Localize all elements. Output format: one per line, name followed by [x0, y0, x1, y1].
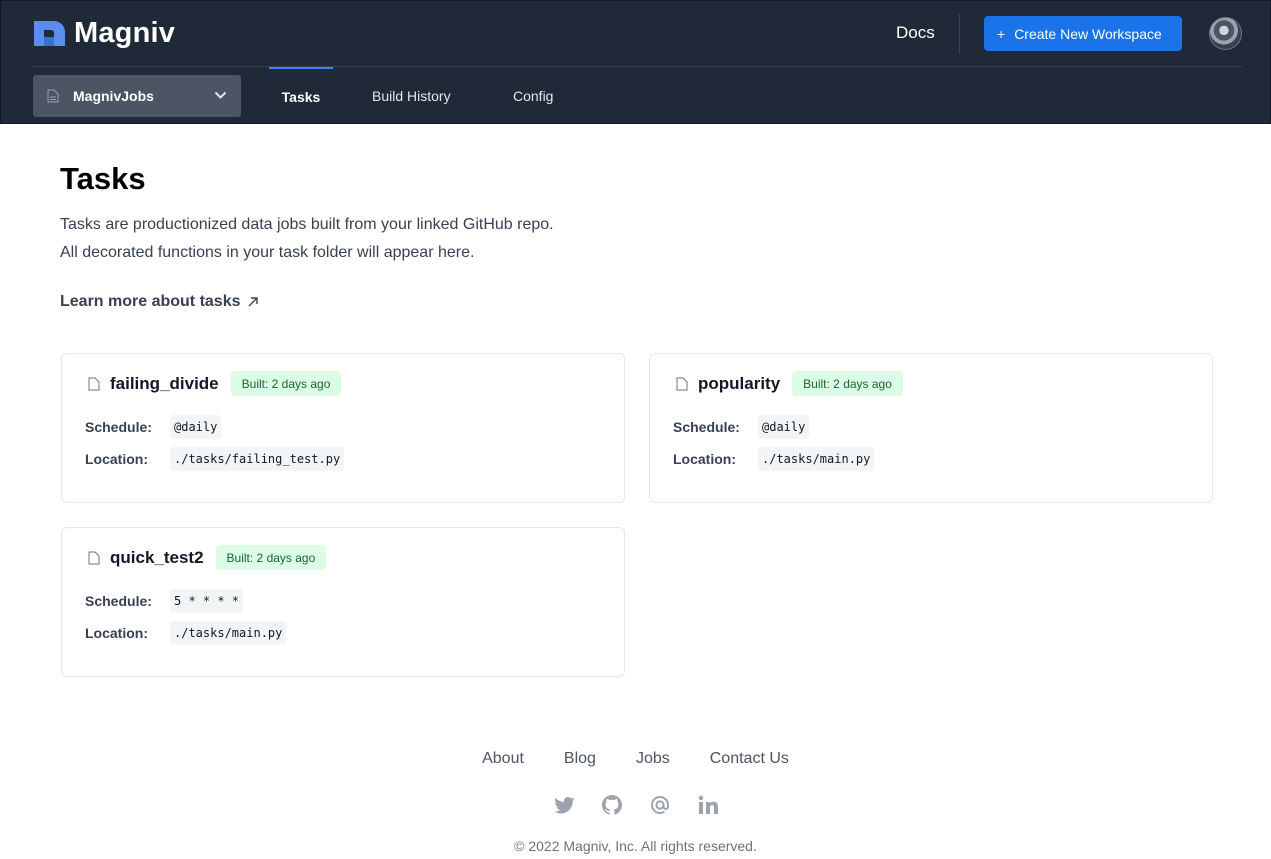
brand-name: Magniv [74, 16, 176, 49]
avatar[interactable] [1209, 17, 1242, 50]
brand-logo[interactable]: Magniv [32, 17, 175, 49]
schedule-value: @daily [170, 415, 222, 439]
tab-tasks[interactable]: Tasks [269, 67, 333, 125]
footer-link-jobs[interactable]: Jobs [636, 750, 670, 768]
location-value: ./tasks/main.py [170, 621, 287, 645]
document-icon [88, 377, 100, 390]
workspace-select[interactable]: MagnivJobs [33, 75, 241, 117]
location-value: ./tasks/main.py [758, 447, 875, 471]
docs-link[interactable]: Docs [896, 23, 935, 43]
linkedin-icon[interactable] [696, 793, 720, 817]
task-name[interactable]: failing_divide [110, 374, 219, 394]
workspace-name: MagnivJobs [73, 88, 154, 104]
learn-more-label: Learn more about tasks [60, 293, 241, 310]
build-status-badge: Built: 2 days ago [230, 371, 342, 396]
schedule-label: Schedule: [85, 419, 152, 435]
header-separator [32, 66, 1242, 67]
document-icon [676, 377, 688, 390]
schedule-row: Schedule: 5 * * * * [85, 589, 244, 613]
magniv-logo-icon [34, 20, 65, 46]
location-row: Location: ./tasks/main.py [673, 447, 875, 471]
github-icon[interactable] [600, 793, 624, 817]
location-label: Location: [673, 451, 736, 467]
task-card: quick_test2 Built: 2 days ago Schedule: … [61, 527, 625, 677]
top-header: Magniv Docs + Create New Workspace Magni… [0, 0, 1271, 124]
build-status-badge: Built: 2 days ago [215, 545, 327, 570]
social-links [0, 793, 1271, 817]
schedule-label: Schedule: [85, 593, 152, 609]
task-card-header: popularity Built: 2 days ago [676, 371, 903, 396]
footer-links: About Blog Jobs Contact Us [0, 750, 1271, 768]
schedule-row: Schedule: @daily [673, 415, 810, 439]
footer-link-about[interactable]: About [482, 750, 524, 768]
tab-build-history[interactable]: Build History [372, 67, 451, 125]
location-label: Location: [85, 625, 148, 641]
learn-more-link[interactable]: Learn more about tasks [60, 293, 259, 311]
location-value: ./tasks/failing_test.py [170, 447, 345, 471]
task-name[interactable]: popularity [698, 374, 780, 394]
twitter-icon[interactable] [552, 793, 576, 817]
task-name[interactable]: quick_test2 [110, 548, 204, 568]
schedule-value: @daily [758, 415, 810, 439]
schedule-label: Schedule: [673, 419, 740, 435]
create-workspace-label: Create New Workspace [1014, 25, 1162, 42]
chevron-down-icon [214, 91, 227, 99]
location-row: Location: ./tasks/main.py [85, 621, 287, 645]
build-status-badge: Built: 2 days ago [792, 371, 903, 396]
document-icon [47, 89, 59, 103]
external-link-icon [248, 297, 258, 307]
create-workspace-button[interactable]: + Create New Workspace [984, 16, 1182, 51]
task-card: popularity Built: 2 days ago Schedule: @… [649, 353, 1213, 503]
tab-config[interactable]: Config [513, 67, 553, 125]
task-card: failing_divide Built: 2 days ago Schedul… [61, 353, 625, 503]
location-label: Location: [85, 451, 148, 467]
page-title: Tasks [60, 161, 146, 196]
page-description: Tasks are productionized data jobs built… [60, 216, 554, 261]
copyright: © 2022 Magniv, Inc. All rights reserved. [514, 838, 757, 854]
schedule-value: 5 * * * * [170, 589, 244, 613]
task-card-header: quick_test2 Built: 2 days ago [88, 545, 327, 570]
document-icon [88, 551, 100, 564]
footer-link-contact[interactable]: Contact Us [710, 750, 789, 768]
plus-icon: + [997, 25, 1006, 42]
email-icon[interactable] [648, 793, 672, 817]
footer-link-blog[interactable]: Blog [564, 750, 596, 768]
location-row: Location: ./tasks/failing_test.py [85, 447, 345, 471]
schedule-row: Schedule: @daily [85, 415, 222, 439]
header-divider [959, 14, 960, 54]
task-card-header: failing_divide Built: 2 days ago [88, 371, 342, 396]
